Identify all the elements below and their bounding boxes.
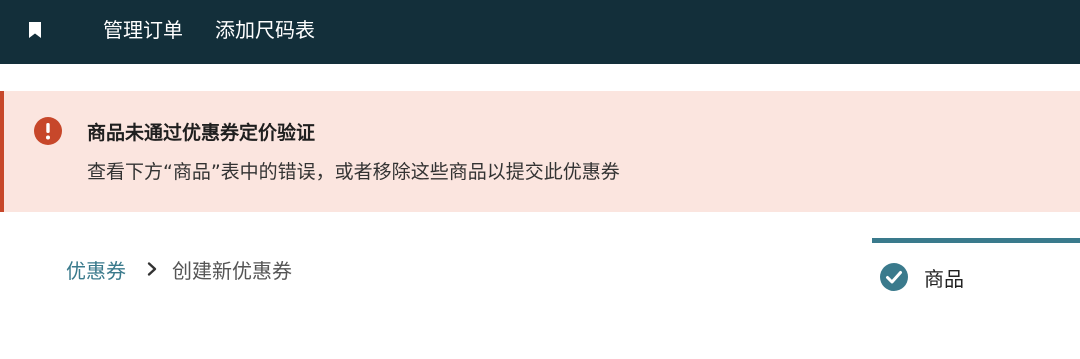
step-progress-bar	[872, 238, 1080, 243]
chevron-right-icon	[147, 262, 157, 276]
alert-description: 查看下方“商品”表中的错误，或者移除这些商品以提交此优惠券	[87, 161, 620, 183]
error-icon	[34, 117, 62, 145]
alert-title: 商品未通过优惠券定价验证	[87, 122, 316, 144]
breadcrumb: 优惠券 创建新优惠券	[66, 255, 292, 283]
nav-manage-orders[interactable]: 管理订单	[103, 16, 183, 44]
error-alert-banner: 商品未通过优惠券定价验证 查看下方“商品”表中的错误，或者移除这些商品以提交此优…	[0, 91, 1080, 212]
breadcrumb-current: 创建新优惠券	[172, 258, 292, 283]
check-circle-icon	[880, 263, 908, 291]
breadcrumb-coupons-link[interactable]: 优惠券	[66, 255, 126, 284]
bookmark-icon[interactable]	[28, 21, 42, 39]
top-navigation-bar: 管理订单 添加尺码表	[0, 0, 1080, 64]
step-products-label[interactable]: 商品	[924, 263, 964, 292]
nav-add-size-chart[interactable]: 添加尺码表	[215, 16, 315, 44]
